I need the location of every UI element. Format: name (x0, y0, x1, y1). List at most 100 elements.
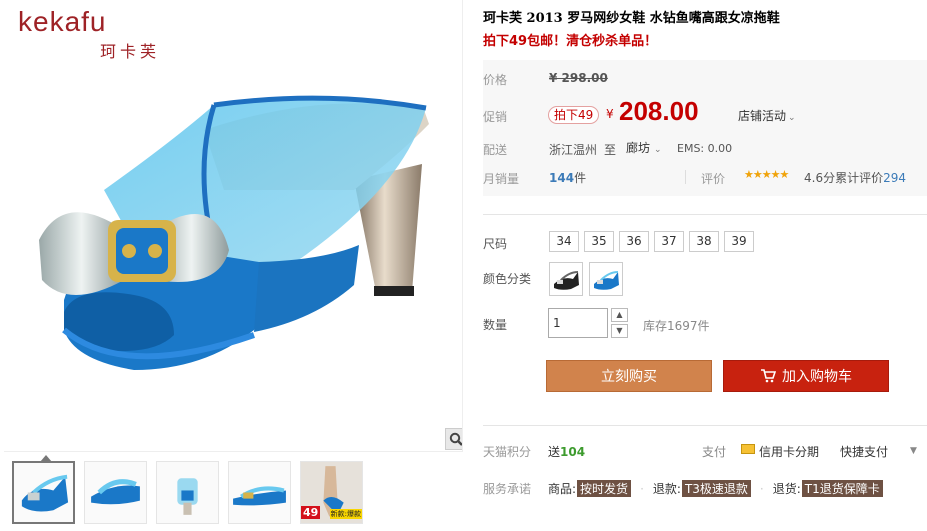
color-swatch-image (554, 271, 579, 290)
points-number: 104 (560, 445, 586, 459)
selected-arrow-indicator (40, 455, 52, 462)
separator-dot: · (640, 481, 644, 496)
divider (483, 425, 927, 426)
add-to-cart-label: 加入购物车 (782, 369, 852, 385)
service-promises: 商品: 按时发货 · 退款: T3极速退款 · 退货: T1退货保障卡 (548, 480, 883, 497)
chevron-up-icon: ▲ (616, 310, 623, 319)
service-prefix: 商品: (548, 482, 577, 496)
quantity-input[interactable] (548, 308, 608, 338)
color-options (549, 262, 623, 296)
chevron-down-icon: ⌄ (788, 113, 796, 123)
monthly-sales-count: 144件 (549, 169, 586, 186)
quantity-increase-button[interactable]: ▲ (611, 308, 628, 322)
original-price: ¥ 298.00 (549, 71, 608, 85)
shipping-label: 配送 (483, 143, 508, 157)
monthly-sales-label: 月销量 (483, 172, 520, 186)
thumbnail-image (177, 478, 198, 515)
thumbnail-strip: 49 新款:爆款 (12, 455, 363, 525)
main-product-image (39, 95, 429, 370)
size-option[interactable]: 37 (654, 231, 684, 252)
service-label: 服务承诺 (483, 482, 532, 496)
chevron-down-icon[interactable]: ▼ (910, 446, 917, 456)
thumbnail-image (21, 474, 69, 512)
color-swatch-image (594, 271, 619, 290)
star-icon: ★ (761, 168, 772, 181)
size-option[interactable]: 39 (724, 231, 754, 252)
cart-icon (761, 369, 776, 383)
brand-logo-cn: 珂卡芙 (100, 42, 161, 61)
thumbnail-1[interactable] (12, 455, 75, 524)
star-icon: ★ (752, 168, 763, 181)
shipping-to-word: 至 (604, 143, 617, 157)
separator-dot: · (759, 481, 764, 496)
size-option[interactable]: 38 (689, 231, 719, 252)
chevron-down-icon: ▼ (616, 326, 623, 335)
thumbnail-image (233, 486, 286, 506)
points-label: 天猫积分 (483, 445, 532, 459)
divider (685, 170, 686, 184)
points-prefix: 送 (548, 445, 561, 459)
thumbnail-4[interactable] (228, 461, 291, 524)
stock-count: 库存1697件 (643, 319, 710, 333)
rating-label: 评价 (701, 172, 726, 186)
size-option[interactable]: 34 (549, 231, 579, 252)
rating-score: 4.6分累计评价 (804, 171, 884, 185)
size-options: 34 35 36 37 38 39 (549, 231, 754, 252)
card-icon (741, 444, 755, 454)
payment-label: 支付 (702, 445, 727, 459)
price-box: 价格 ¥ 298.00 促销 拍下49 ¥ 208.00 店铺活动 ⌄ 配送 浙江… (483, 60, 927, 196)
color-label: 颜色分类 (483, 272, 532, 286)
product-gallery: kekafu 珂卡芙 (4, 0, 463, 452)
thumbnail-image (91, 479, 140, 505)
points-value: 送104 (548, 443, 585, 460)
review-count: 294 (883, 171, 906, 185)
star-icon: ★ (779, 168, 790, 181)
service-tag-refund[interactable]: T3极速退款 (681, 480, 751, 497)
service-tag-ontime[interactable]: 按时发货 (577, 480, 632, 497)
price-label: 价格 (483, 73, 508, 87)
promo-tag: 拍下49 (548, 106, 600, 124)
size-option[interactable]: 35 (584, 231, 614, 252)
size-label: 尺码 (483, 237, 508, 251)
thumbnail-price-badge: 49 (301, 506, 321, 519)
shop-activity-label: 店铺活动 (738, 109, 787, 123)
size-option[interactable]: 36 (619, 231, 649, 252)
star-icon: ★ (770, 168, 781, 181)
thumbnail-hot-label: 新款:爆款 (329, 509, 362, 519)
chevron-down-icon: ⌄ (654, 145, 662, 155)
quantity-label: 数量 (483, 318, 508, 332)
add-to-cart-button[interactable]: 加入购物车 (723, 360, 889, 392)
product-title: 珂卡芙 2013 罗马网纱女鞋 水钻鱼嘴高跟女凉拖鞋 (483, 11, 780, 26)
monthly-sales-unit: 件 (574, 171, 587, 185)
zoom-icon (449, 432, 462, 446)
thumbnail-2[interactable] (84, 461, 147, 524)
rating-stars: ★★★★★ (744, 168, 790, 181)
star-icon: ★ (744, 168, 754, 181)
brand-logo: kekafu 珂卡芙 (18, 8, 160, 62)
brand-logo-en: kekafu (18, 6, 107, 37)
shop-activity-dropdown[interactable]: 店铺活动 ⌄ (738, 107, 796, 124)
thumbnail-3[interactable] (156, 461, 219, 524)
service-prefix: 退款: (652, 482, 681, 496)
promo-price: 208.00 (619, 96, 699, 126)
shipping-from: 浙江温州 (549, 143, 598, 157)
shipping-destination-dropdown[interactable]: 廊坊 ⌄ (626, 139, 662, 156)
quantity-decrease-button[interactable]: ▼ (611, 324, 628, 338)
ems-fee: EMS: 0.00 (677, 142, 733, 155)
shipping-destination: 廊坊 (626, 141, 651, 155)
product-info-panel: 珂卡芙 2013 罗马网纱女鞋 水钻鱼嘴高跟女凉拖鞋 拍下49包邮！清仓秒杀单品… (483, 0, 927, 531)
divider (483, 214, 927, 215)
credit-installment-link[interactable]: 信用卡分期 (759, 443, 819, 460)
rating-summary[interactable]: 4.6分累计评价294 (804, 169, 906, 186)
zoom-button[interactable] (445, 428, 462, 450)
buy-now-button[interactable]: 立刻购买 (546, 360, 712, 392)
quick-pay-link[interactable]: 快捷支付 (840, 443, 888, 460)
service-tag-return[interactable]: T1退货保障卡 (801, 480, 883, 497)
color-option-blue[interactable] (589, 262, 623, 296)
color-option-black[interactable] (549, 262, 583, 296)
product-subtitle: 拍下49包邮！清仓秒杀单品！ (483, 34, 658, 49)
promo-label: 促销 (483, 110, 508, 124)
thumbnail-5[interactable]: 49 新款:爆款 (300, 461, 363, 524)
promo-currency: ¥ (606, 107, 614, 121)
service-prefix: 退货: (772, 482, 801, 496)
